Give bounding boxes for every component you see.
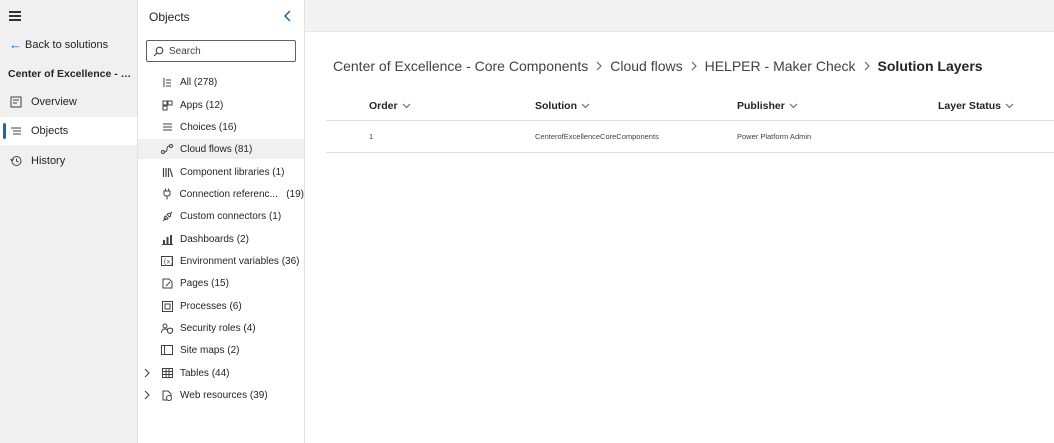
object-item-environment-variables[interactable]: {x} Environment variables (36) (138, 251, 304, 271)
cell-solution: CenterofExcellenceCoreComponents (535, 132, 659, 141)
column-header-order[interactable]: Order (369, 100, 411, 112)
object-label: Security roles (4) (180, 322, 256, 334)
object-label: Web resources (39) (180, 389, 268, 401)
nav-item-history[interactable]: History (0, 147, 137, 175)
nav-item-objects[interactable]: Objects (0, 117, 137, 145)
objects-search-input[interactable]: Search (146, 40, 296, 62)
grid-header: Order Solution Publisher Layer Status (326, 94, 1054, 121)
chevron-right-icon (864, 61, 870, 71)
nav-item-label: Overview (31, 96, 77, 108)
object-item-pages[interactable]: Pages (15) (138, 273, 304, 293)
chevron-right-icon (691, 61, 697, 71)
table-row[interactable]: 1 CenterofExcellenceCoreComponents Power… (326, 122, 1054, 153)
object-item-site-maps[interactable]: Site maps (2) (138, 340, 304, 360)
connection-references-icon (160, 188, 174, 200)
environment-variables-icon: {x} (160, 255, 174, 267)
object-item-component-libraries[interactable]: Component libraries (1) (138, 162, 304, 182)
object-label: All (278) (180, 76, 218, 88)
object-item-tables[interactable]: Tables (44) (138, 363, 304, 383)
svg-text:{x}: {x} (163, 259, 173, 266)
object-item-dashboards[interactable]: Dashboards (2) (138, 229, 304, 249)
object-label: Connection referenc... (19) (179, 188, 304, 200)
search-placeholder: Search (169, 45, 201, 57)
breadcrumb-item-solution[interactable]: Center of Excellence - Core Components (333, 58, 588, 74)
column-header-layer-status[interactable]: Layer Status (938, 100, 1014, 112)
object-label: Processes (6) (180, 300, 242, 312)
object-label: Component libraries (1) (180, 166, 285, 178)
objects-panel-title: Objects (149, 10, 190, 24)
command-bar (305, 0, 1054, 32)
object-item-choices[interactable]: Choices (16) (138, 117, 304, 137)
object-label: Apps (12) (180, 99, 224, 111)
object-label: Custom connectors (1) (180, 210, 282, 222)
search-icon (153, 46, 164, 56)
object-label: Dashboards (2) (180, 233, 249, 245)
apps-icon (160, 99, 174, 111)
object-item-connection-references[interactable]: Connection referenc... (19) (138, 184, 304, 204)
nav-item-overview[interactable]: Overview (0, 88, 137, 116)
tables-icon (160, 367, 174, 379)
chevron-left-icon (283, 10, 291, 22)
object-item-cloud-flows[interactable]: Cloud flows (81) (138, 139, 304, 159)
web-resources-icon (160, 389, 174, 401)
cloud-flows-icon (160, 143, 174, 155)
security-roles-icon (160, 322, 174, 334)
back-label: Back to solutions (25, 38, 109, 51)
objects-icon (10, 125, 22, 137)
object-label: Site maps (2) (180, 344, 240, 356)
back-arrow-icon: ← (9, 37, 22, 52)
custom-connectors-icon (160, 210, 174, 222)
object-item-custom-connectors[interactable]: Custom connectors (1) (138, 206, 304, 226)
chevron-right-icon (596, 61, 603, 71)
left-navigation: ← Back to solutions Center of Excellence… (0, 0, 138, 443)
object-label: Cloud flows (81) (180, 143, 253, 155)
chevron-down-icon (581, 103, 590, 109)
object-label: Pages (15) (180, 277, 229, 289)
site-maps-icon (160, 344, 174, 356)
chevron-down-icon (402, 103, 410, 109)
component-libraries-icon (160, 166, 174, 178)
object-item-security-roles[interactable]: Security roles (4) (138, 318, 304, 338)
object-item-apps[interactable]: Apps (12) (138, 95, 304, 115)
column-header-solution[interactable]: Solution (535, 100, 590, 112)
object-label: Choices (16) (180, 121, 237, 133)
object-item-web-resources[interactable]: Web resources (39) (138, 385, 304, 405)
column-header-publisher[interactable]: Publisher (737, 100, 798, 112)
collapse-panel-button[interactable] (283, 9, 293, 26)
object-item-processes[interactable]: Processes (6) (138, 296, 304, 316)
breadcrumb: Center of Excellence - Core Components C… (333, 58, 983, 74)
hamburger-menu-icon[interactable] (9, 11, 21, 21)
solution-title: Center of Excellence - C... (8, 68, 136, 80)
chevron-right-icon[interactable] (138, 368, 158, 378)
object-label: Environment variables (36) (180, 255, 300, 267)
breadcrumb-current-page: Solution Layers (877, 58, 983, 74)
processes-icon (160, 300, 174, 312)
breadcrumb-item-cloud-flows[interactable]: Cloud flows (610, 58, 682, 74)
dashboards-icon (160, 233, 174, 245)
object-item-all[interactable]: All (278) (138, 72, 304, 92)
pages-icon (160, 277, 174, 289)
back-to-solutions-link[interactable]: ← Back to solutions (9, 38, 108, 51)
history-icon (10, 155, 22, 167)
overview-icon (10, 96, 22, 108)
cell-publisher: Power Platform Admin (737, 132, 812, 141)
breadcrumb-item-flow[interactable]: HELPER - Maker Check (705, 58, 856, 74)
object-label: Tables (44) (180, 367, 230, 379)
cell-order: 1 (369, 132, 374, 141)
chevron-down-icon (1005, 103, 1014, 109)
chevron-down-icon (789, 103, 798, 109)
nav-item-label: History (31, 155, 66, 167)
objects-panel: Objects Search All (278) Apps (12) Choic… (138, 0, 305, 443)
chevron-right-icon[interactable] (138, 390, 158, 400)
all-icon (160, 76, 174, 88)
nav-item-label: Objects (31, 125, 69, 137)
choices-icon (160, 121, 174, 133)
